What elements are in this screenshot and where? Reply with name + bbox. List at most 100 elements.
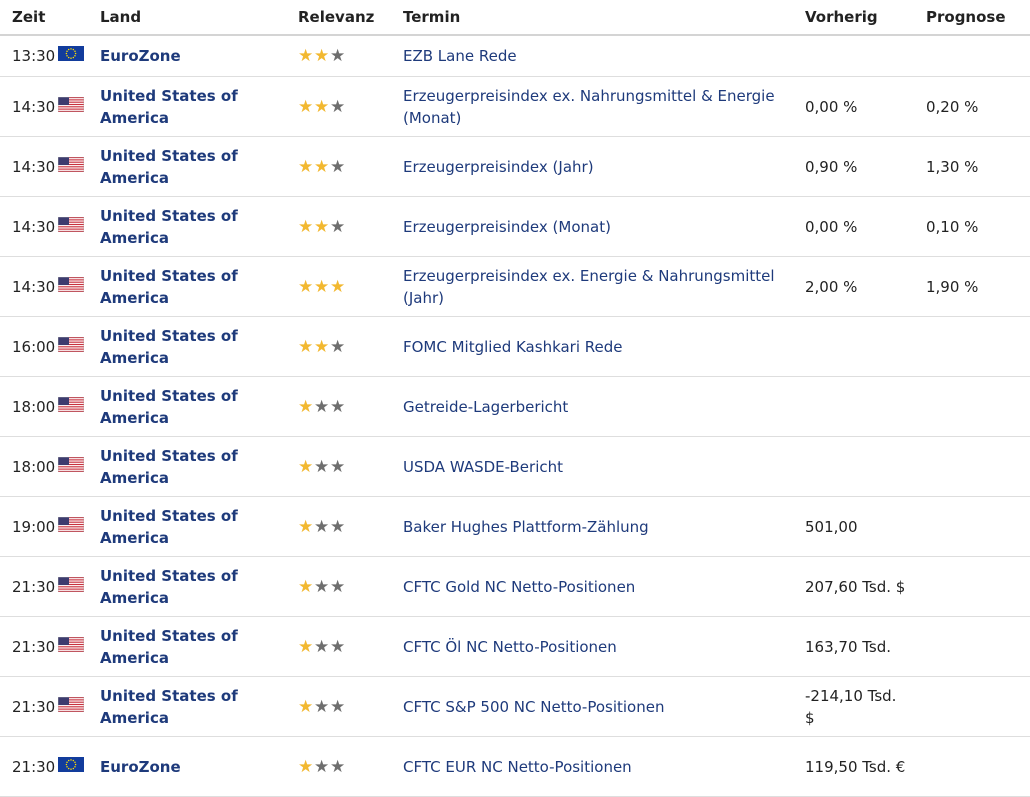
event-link[interactable]: CFTC Gold NC Netto-Positionen: [403, 576, 805, 598]
relevance-stars: ★★★: [298, 517, 346, 537]
relevance-cell: ★★★: [298, 196, 403, 257]
flag-cell: [58, 556, 100, 617]
flag-cell: [58, 256, 100, 317]
header-land[interactable]: Land: [100, 0, 298, 36]
forecast-cell: [926, 736, 1030, 797]
previous-cell: 0,90 %: [805, 136, 926, 197]
star-icon: ★: [314, 576, 330, 597]
event-cell: Getreide-Lagerbericht: [403, 376, 805, 437]
country-link[interactable]: United States of America: [100, 565, 298, 609]
previous-value: 119,50 Tsd. €: [805, 757, 906, 776]
event-link[interactable]: CFTC Öl NC Netto-Positionen: [403, 636, 805, 658]
country-link[interactable]: United States of America: [100, 205, 298, 249]
relevance-stars: ★★★: [298, 457, 346, 477]
flag-cell: [58, 316, 100, 377]
event-link[interactable]: USDA WASDE-Bericht: [403, 456, 805, 478]
star-icon: ★: [330, 576, 346, 597]
country-link[interactable]: United States of America: [100, 85, 298, 129]
header-forecast[interactable]: Prognose: [926, 0, 1030, 36]
us-flag-icon: [58, 216, 84, 232]
relevance-cell: ★★★: [298, 256, 403, 317]
star-icon: ★: [330, 336, 346, 357]
event-link[interactable]: Getreide-Lagerbericht: [403, 396, 805, 418]
event-cell: Baker Hughes Plattform-Zählung: [403, 496, 805, 557]
country-cell: United States of America: [100, 556, 298, 617]
header-relevance[interactable]: Relevanz: [298, 0, 403, 36]
previous-cell: 0,00 %: [805, 196, 926, 257]
forecast-cell: [926, 616, 1030, 677]
relevance-cell: ★★★: [298, 676, 403, 737]
star-icon: ★: [298, 276, 314, 297]
star-icon: ★: [330, 636, 346, 657]
event-link[interactable]: CFTC S&P 500 NC Netto-Positionen: [403, 696, 805, 718]
relevance-stars: ★★★: [298, 217, 346, 237]
event-link[interactable]: CFTC EUR NC Netto-Positionen: [403, 756, 805, 778]
star-icon: ★: [330, 46, 346, 66]
previous-cell: 163,70 Tsd.: [805, 616, 926, 677]
star-icon: ★: [314, 216, 330, 237]
event-link[interactable]: Baker Hughes Plattform-Zählung: [403, 516, 805, 538]
event-link[interactable]: Erzeugerpreisindex ex. Nahrungsmittel & …: [403, 85, 805, 129]
country-link[interactable]: United States of America: [100, 685, 298, 729]
country-cell: United States of America: [100, 376, 298, 437]
relevance-stars: ★★★: [298, 97, 346, 117]
relevance-cell: ★★★: [298, 76, 403, 137]
forecast-cell: 0,20 %: [926, 76, 1030, 137]
table-row: 18:00 United States of America ★★★ USDA …: [0, 436, 1030, 497]
star-icon: ★: [298, 696, 314, 717]
country-link[interactable]: United States of America: [100, 265, 298, 309]
us-flag-icon: [58, 396, 84, 412]
event-link[interactable]: FOMC Mitglied Kashkari Rede: [403, 336, 805, 358]
event-time: 18:00: [0, 436, 58, 497]
event-link[interactable]: Erzeugerpreisindex (Monat): [403, 216, 805, 238]
flag-cell: [58, 136, 100, 197]
event-link[interactable]: Erzeugerpreisindex (Jahr): [403, 156, 805, 178]
economic-calendar-table: Zeit Land Relevanz Termin Vorherig Progn…: [0, 0, 1030, 797]
country-link[interactable]: EuroZone: [100, 45, 298, 67]
event-cell: CFTC Gold NC Netto-Positionen: [403, 556, 805, 617]
star-icon: ★: [298, 396, 314, 417]
event-link[interactable]: EZB Lane Rede: [403, 45, 805, 67]
previous-value: -214,10 Tsd. $: [805, 686, 897, 727]
event-cell: Erzeugerpreisindex ex. Nahrungsmittel & …: [403, 76, 805, 137]
country-link[interactable]: United States of America: [100, 505, 298, 549]
table-header-row: Zeit Land Relevanz Termin Vorherig Progn…: [0, 0, 1030, 36]
flag-cell: [58, 35, 100, 77]
previous-cell: -214,10 Tsd. $: [805, 676, 926, 737]
country-link[interactable]: United States of America: [100, 145, 298, 189]
header-event[interactable]: Termin: [403, 0, 805, 36]
country-link[interactable]: United States of America: [100, 625, 298, 669]
flag-cell: [58, 436, 100, 497]
previous-cell: 2,00 %: [805, 256, 926, 317]
forecast-cell: [926, 35, 1030, 77]
event-cell: Erzeugerpreisindex ex. Energie & Nahrung…: [403, 256, 805, 317]
forecast-value: 1,90 %: [926, 277, 979, 296]
star-icon: ★: [298, 96, 314, 117]
previous-value: 207,60 Tsd. $: [805, 577, 906, 596]
table-row: 14:30 United States of America ★★★ Erzeu…: [0, 256, 1030, 317]
us-flag-icon: [58, 276, 84, 292]
eu-flag-icon: [58, 756, 84, 772]
country-link[interactable]: United States of America: [100, 445, 298, 489]
event-time: 19:00: [0, 496, 58, 557]
star-icon: ★: [298, 216, 314, 237]
us-flag-icon: [58, 576, 84, 592]
event-time: 21:30: [0, 556, 58, 617]
star-icon: ★: [298, 456, 314, 477]
table-row: 21:30 United States of America ★★★ CFTC …: [0, 676, 1030, 737]
star-icon: ★: [314, 456, 330, 477]
star-icon: ★: [330, 96, 346, 117]
previous-cell: 501,00: [805, 496, 926, 557]
relevance-cell: ★★★: [298, 136, 403, 197]
us-flag-icon: [58, 336, 84, 352]
table-row: 21:30 United States of America ★★★ CFTC …: [0, 556, 1030, 617]
previous-cell: 207,60 Tsd. $: [805, 556, 926, 617]
country-link[interactable]: United States of America: [100, 325, 298, 369]
country-link[interactable]: EuroZone: [100, 756, 298, 778]
event-link[interactable]: Erzeugerpreisindex ex. Energie & Nahrung…: [403, 265, 805, 309]
star-icon: ★: [298, 756, 314, 777]
country-cell: United States of America: [100, 496, 298, 557]
header-previous[interactable]: Vorherig: [805, 0, 926, 36]
header-time[interactable]: Zeit: [0, 0, 58, 36]
country-link[interactable]: United States of America: [100, 385, 298, 429]
